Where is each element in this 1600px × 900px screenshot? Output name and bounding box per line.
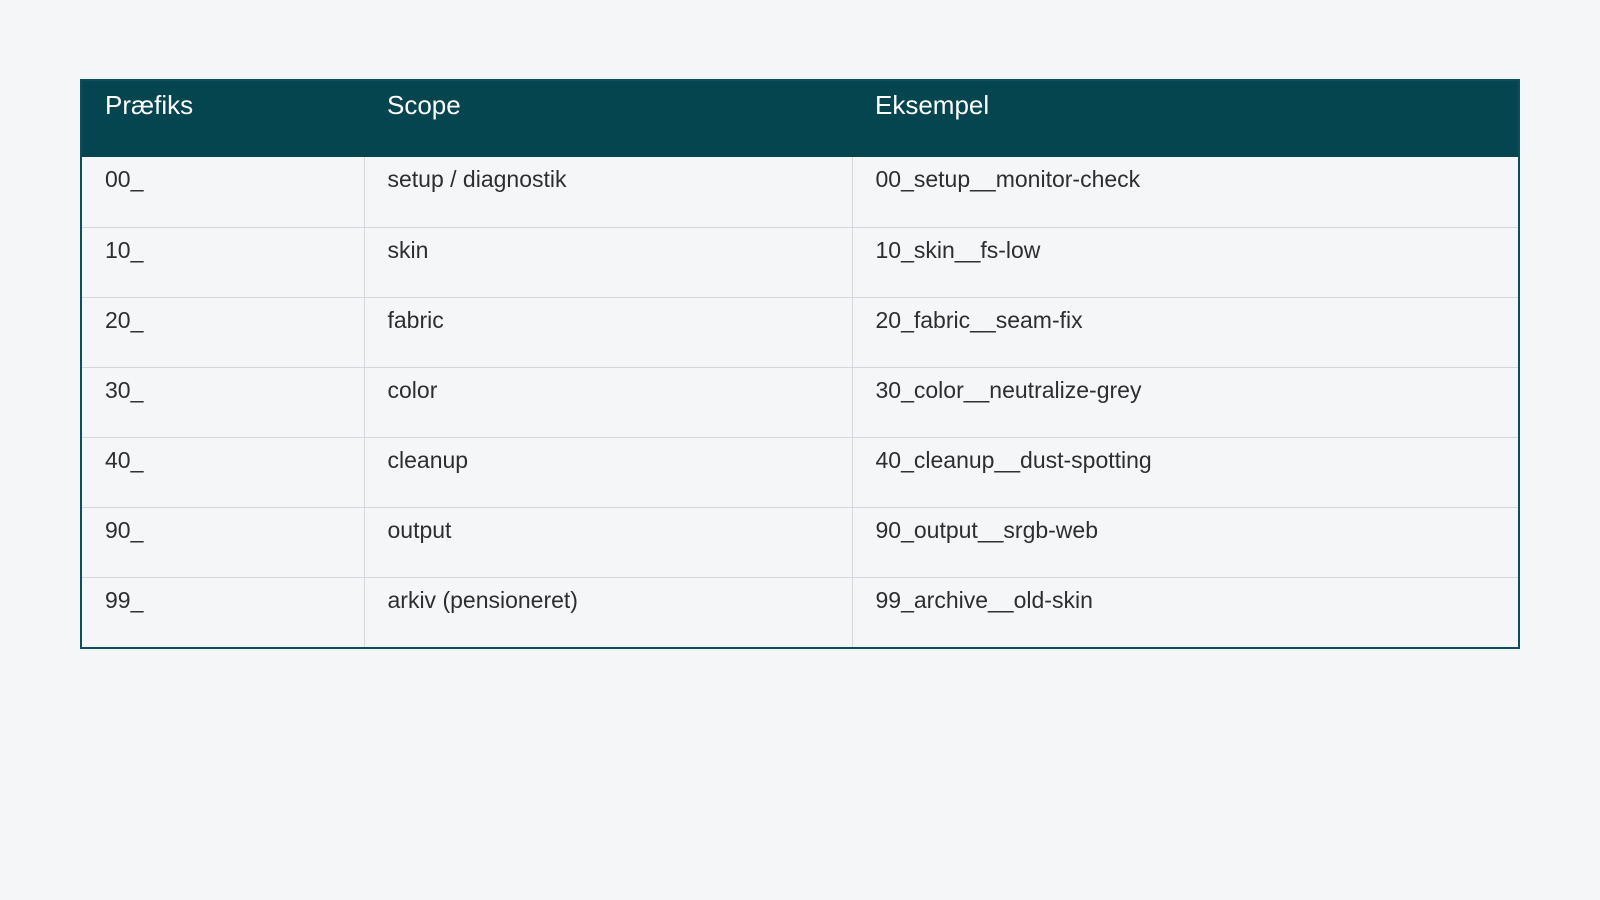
cell-prefix: 99_ xyxy=(105,586,144,613)
cell-prefix: 10_ xyxy=(105,236,144,263)
cell-prefix: 40_ xyxy=(105,446,144,473)
page: Præfiks Scope Eksempel 00_ setup / diagn… xyxy=(0,0,1600,900)
cell-example: 30_color__neutralize-grey xyxy=(851,367,1518,437)
table-row: 99_ arkiv (pensioneret) 99_archive__old-… xyxy=(82,577,1518,647)
table-header-row: Præfiks Scope Eksempel xyxy=(82,81,1518,157)
cell-example: 90_output__srgb-web xyxy=(851,507,1518,577)
cell-prefix: 30_ xyxy=(105,376,144,403)
table-row: 10_ skin 10_skin__fs-low xyxy=(82,227,1518,297)
cell-scope: cleanup xyxy=(363,437,852,507)
table-row: 00_ setup / diagnostik 00_setup__monitor… xyxy=(82,157,1518,227)
header-prefix: Præfiks xyxy=(105,90,194,120)
header-example: Eksempel xyxy=(875,90,990,120)
header-scope: Scope xyxy=(387,90,461,120)
cell-prefix: 20_ xyxy=(105,306,144,333)
cell-scope: fabric xyxy=(363,297,852,367)
prefix-table-grid: Præfiks Scope Eksempel 00_ setup / diagn… xyxy=(82,81,1518,647)
cell-prefix: 90_ xyxy=(105,516,144,543)
table-row: 40_ cleanup 40_cleanup__dust-spotting xyxy=(82,437,1518,507)
table-row: 20_ fabric 20_fabric__seam-fix xyxy=(82,297,1518,367)
table-row: 90_ output 90_output__srgb-web xyxy=(82,507,1518,577)
cell-scope: arkiv (pensioneret) xyxy=(363,577,852,647)
cell-scope: color xyxy=(363,367,852,437)
cell-example: 20_fabric__seam-fix xyxy=(851,297,1518,367)
cell-example: 00_setup__monitor-check xyxy=(851,157,1518,227)
cell-example: 10_skin__fs-low xyxy=(851,227,1518,297)
cell-example: 99_archive__old-skin xyxy=(851,577,1518,647)
table-row: 30_ color 30_color__neutralize-grey xyxy=(82,367,1518,437)
cell-example: 40_cleanup__dust-spotting xyxy=(851,437,1518,507)
cell-prefix: 00_ xyxy=(105,166,144,192)
cell-scope: skin xyxy=(363,227,852,297)
prefix-table: Præfiks Scope Eksempel 00_ setup / diagn… xyxy=(80,79,1520,649)
cell-scope: setup / diagnostik xyxy=(363,157,852,227)
cell-scope: output xyxy=(363,507,852,577)
